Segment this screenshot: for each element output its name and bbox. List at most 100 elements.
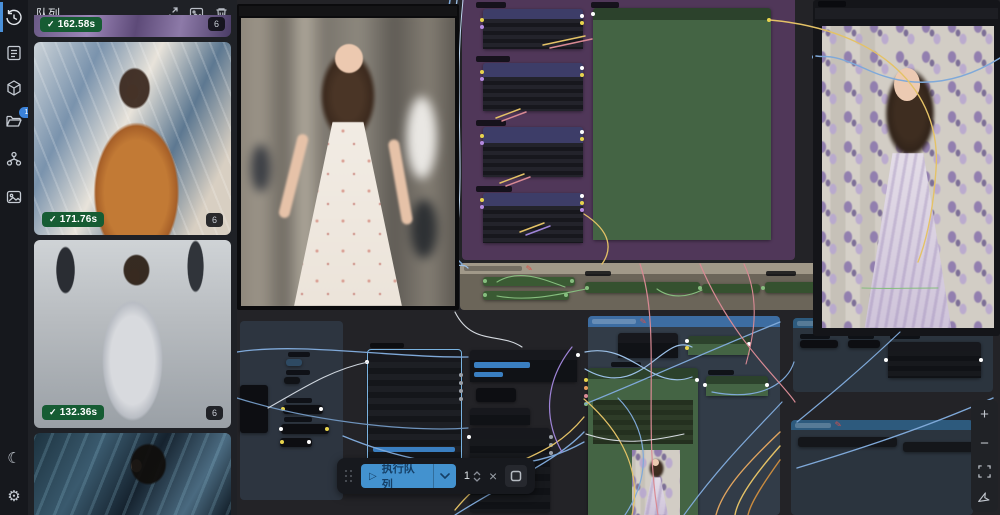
queue-item[interactable] (34, 433, 231, 515)
queue-item[interactable]: ✓171.76s 6 (34, 42, 231, 235)
port[interactable] (480, 134, 484, 138)
text-node[interactable] (483, 127, 583, 177)
port[interactable] (549, 451, 553, 455)
port[interactable] (979, 358, 983, 362)
port[interactable] (570, 279, 574, 283)
black-node[interactable] (798, 437, 897, 447)
port[interactable] (549, 443, 553, 447)
text-node[interactable] (483, 193, 583, 243)
port[interactable] (467, 435, 471, 439)
port[interactable] (480, 205, 484, 209)
batch-count-stepper[interactable]: 1 (464, 470, 481, 482)
collapsed-node[interactable] (800, 340, 838, 348)
chain-node[interactable] (483, 291, 569, 300)
port[interactable] (459, 389, 463, 393)
port[interactable] (685, 339, 689, 343)
queue-item[interactable]: ✓162.58s 6 (34, 15, 231, 37)
port[interactable] (685, 346, 689, 350)
port[interactable] (459, 397, 463, 401)
port[interactable] (480, 77, 484, 81)
select-mode-button[interactable] (978, 492, 991, 505)
port[interactable] (480, 18, 484, 22)
port[interactable] (280, 440, 284, 444)
port[interactable] (580, 66, 584, 70)
fit-view-button[interactable] (978, 465, 991, 478)
port[interactable] (580, 14, 584, 18)
sidebar-item-node-map[interactable] (5, 150, 23, 168)
port[interactable] (765, 383, 769, 387)
chain-node[interactable] (585, 282, 700, 293)
port[interactable] (480, 70, 484, 74)
port[interactable] (564, 293, 568, 297)
port[interactable] (580, 194, 584, 198)
zoom-out-button[interactable]: − (980, 436, 989, 451)
port[interactable] (580, 130, 584, 134)
settings-button[interactable]: ⚙ (5, 488, 23, 506)
port[interactable] (459, 381, 463, 385)
port[interactable] (584, 402, 588, 406)
port[interactable] (767, 18, 771, 22)
port[interactable] (580, 208, 584, 212)
port[interactable] (480, 25, 484, 29)
port[interactable] (761, 286, 765, 290)
collapsed-node[interactable] (283, 405, 323, 414)
edit-icon[interactable]: ✎ (639, 317, 647, 326)
node-header[interactable] (239, 6, 457, 16)
port[interactable] (483, 293, 487, 297)
green-image-node[interactable] (588, 368, 698, 515)
green-node[interactable] (688, 336, 750, 355)
port[interactable] (584, 378, 588, 382)
text-node[interactable] (483, 63, 583, 111)
mini-node[interactable] (284, 377, 300, 384)
port[interactable] (483, 279, 487, 283)
port[interactable] (549, 435, 553, 439)
edit-icon[interactable]: ✎ (834, 421, 842, 430)
port[interactable] (365, 360, 369, 364)
chain-node[interactable] (702, 284, 760, 293)
notes-node[interactable] (593, 8, 771, 240)
sampler-node-selected[interactable] (368, 350, 461, 462)
port[interactable] (576, 353, 580, 357)
preview-node-wisteria[interactable] (813, 0, 1000, 336)
theme-toggle[interactable]: ☾ (5, 450, 23, 468)
port[interactable] (884, 358, 888, 362)
black-node[interactable] (240, 385, 268, 433)
port[interactable] (703, 383, 707, 387)
collapsed-node[interactable] (848, 340, 880, 348)
chain-node[interactable] (483, 277, 575, 286)
node-header[interactable] (815, 8, 998, 19)
group-right-2[interactable]: ✎ (791, 420, 973, 515)
zoom-in-button[interactable]: + (980, 407, 989, 422)
green-node[interactable] (706, 376, 768, 396)
black-node[interactable] (470, 408, 530, 425)
run-options-caret[interactable] (433, 464, 456, 488)
port[interactable] (307, 440, 311, 444)
run-queue-button[interactable]: ▷ 执行队列 (361, 464, 456, 488)
queue-item[interactable]: ✓132.36s 6 (34, 240, 231, 428)
sidebar-item-queue[interactable] (5, 9, 23, 27)
collapsed-node[interactable] (281, 424, 329, 434)
port[interactable] (480, 198, 484, 202)
stop-button[interactable] (505, 465, 527, 487)
port[interactable] (279, 427, 283, 431)
edit-icon[interactable]: ✎ (525, 264, 533, 273)
port[interactable] (695, 378, 699, 382)
sidebar-item-node-library[interactable] (5, 44, 23, 62)
port[interactable] (580, 201, 584, 205)
preview-node-street[interactable] (237, 4, 459, 310)
port[interactable] (584, 386, 588, 390)
port[interactable] (591, 12, 595, 16)
port[interactable] (584, 394, 588, 398)
port[interactable] (580, 73, 584, 77)
sidebar-item-model-library[interactable] (5, 79, 23, 97)
text-node[interactable] (483, 9, 583, 49)
collapsed-node[interactable] (476, 388, 516, 402)
drag-handle[interactable] (345, 470, 353, 483)
sidebar-item-gallery[interactable] (5, 188, 23, 206)
port[interactable] (459, 373, 463, 377)
port[interactable] (325, 427, 329, 431)
mini-node[interactable] (286, 359, 302, 366)
port[interactable] (698, 286, 702, 290)
port[interactable] (480, 141, 484, 145)
clear-button[interactable]: × (489, 469, 497, 483)
